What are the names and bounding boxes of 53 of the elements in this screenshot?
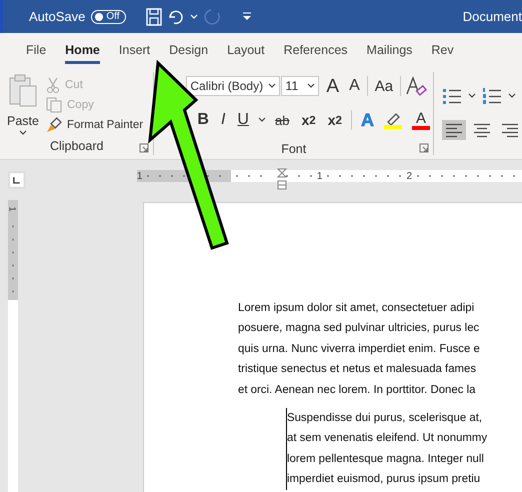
caret-icon[interactable] xyxy=(508,93,516,99)
paintbrush-icon xyxy=(46,117,62,133)
numbering-icon[interactable] xyxy=(482,87,502,105)
indent-marker-icon[interactable] xyxy=(276,168,287,190)
document-title: Document xyxy=(462,9,522,24)
font-size-field[interactable]: 11 xyxy=(281,76,320,96)
underline-button[interactable]: U xyxy=(234,112,252,128)
strikethrough-button[interactable]: ab xyxy=(272,114,292,126)
ribbon-tab[interactable]: Design xyxy=(162,38,216,64)
ribbon-tab[interactable]: Insert xyxy=(112,38,158,64)
paste-button[interactable]: Paste xyxy=(0,72,46,139)
change-case-button[interactable]: Aa xyxy=(372,78,396,94)
painter-button[interactable]: Format Painter xyxy=(46,117,144,133)
dialog-launcher-icon[interactable] xyxy=(419,143,429,153)
ribbon-tab[interactable]: Rev xyxy=(424,38,461,64)
ribbon-tab[interactable]: Mailings xyxy=(360,38,420,64)
align-left-button[interactable] xyxy=(442,120,466,140)
paragraph: Suspendisse dui purus, scelerisque at, at sem venenatis eleifend. Ut nonummy lorem pellentesque magna. Integer null imperdiet euismod, purus ipsum pretiu xyxy=(286,408,488,490)
customize-icon[interactable] xyxy=(242,12,252,21)
tab-selector-icon[interactable] xyxy=(8,171,26,189)
paragraph: Lorem ipsum dolor sit amet, consectetuer adipi posuere, magna sed pulvinar ultricies, purus lec quis urna. Nunc viverra imperdiet enim. Fusce e tristique senectus et netus et malesuada fames et orci. Aenean nec lorem. In porttitor. Donec la xyxy=(238,301,480,398)
font-color-button[interactable]: A xyxy=(409,110,433,130)
caret-icon xyxy=(307,83,316,89)
clear-formatting-icon[interactable] xyxy=(405,76,428,96)
grow-font-button[interactable]: A xyxy=(323,76,342,96)
italic-button[interactable]: I xyxy=(218,112,228,128)
dialog-launcher-icon[interactable] xyxy=(139,143,150,153)
ribbon-tab[interactable]: Layout xyxy=(220,38,272,64)
clipboard-icon xyxy=(8,74,38,108)
copy-icon xyxy=(46,97,62,113)
bullets-icon[interactable] xyxy=(442,87,462,105)
ribbon-tab[interactable]: Home xyxy=(58,38,107,64)
highlighter-icon[interactable] xyxy=(383,111,403,129)
ruler-number: 2 xyxy=(406,170,412,182)
save-icon[interactable] xyxy=(146,8,162,26)
scissors-icon xyxy=(46,77,60,93)
bold-button[interactable]: B xyxy=(194,112,212,128)
ribbon-tab[interactable]: References xyxy=(276,38,355,64)
autosave-label: AutoSave xyxy=(29,9,86,24)
ruler-number: 1 xyxy=(136,170,142,182)
group-label: Font xyxy=(281,142,306,156)
ruler-number: 1 xyxy=(316,170,322,182)
caret-icon[interactable] xyxy=(258,117,266,123)
caret-icon xyxy=(19,130,27,136)
ribbon-tab[interactable]: File xyxy=(19,38,54,64)
ruler-number: 1 xyxy=(8,206,18,212)
caret-icon xyxy=(268,83,276,89)
font-name-field[interactable]: Calibri (Body) xyxy=(186,76,280,96)
caret-icon[interactable] xyxy=(468,93,476,99)
group-label: Clipboard xyxy=(50,139,104,155)
shrink-font-button[interactable]: A xyxy=(346,78,363,94)
undo-icon[interactable] xyxy=(168,8,184,24)
autosave-toggle[interactable]: Off xyxy=(91,10,126,24)
